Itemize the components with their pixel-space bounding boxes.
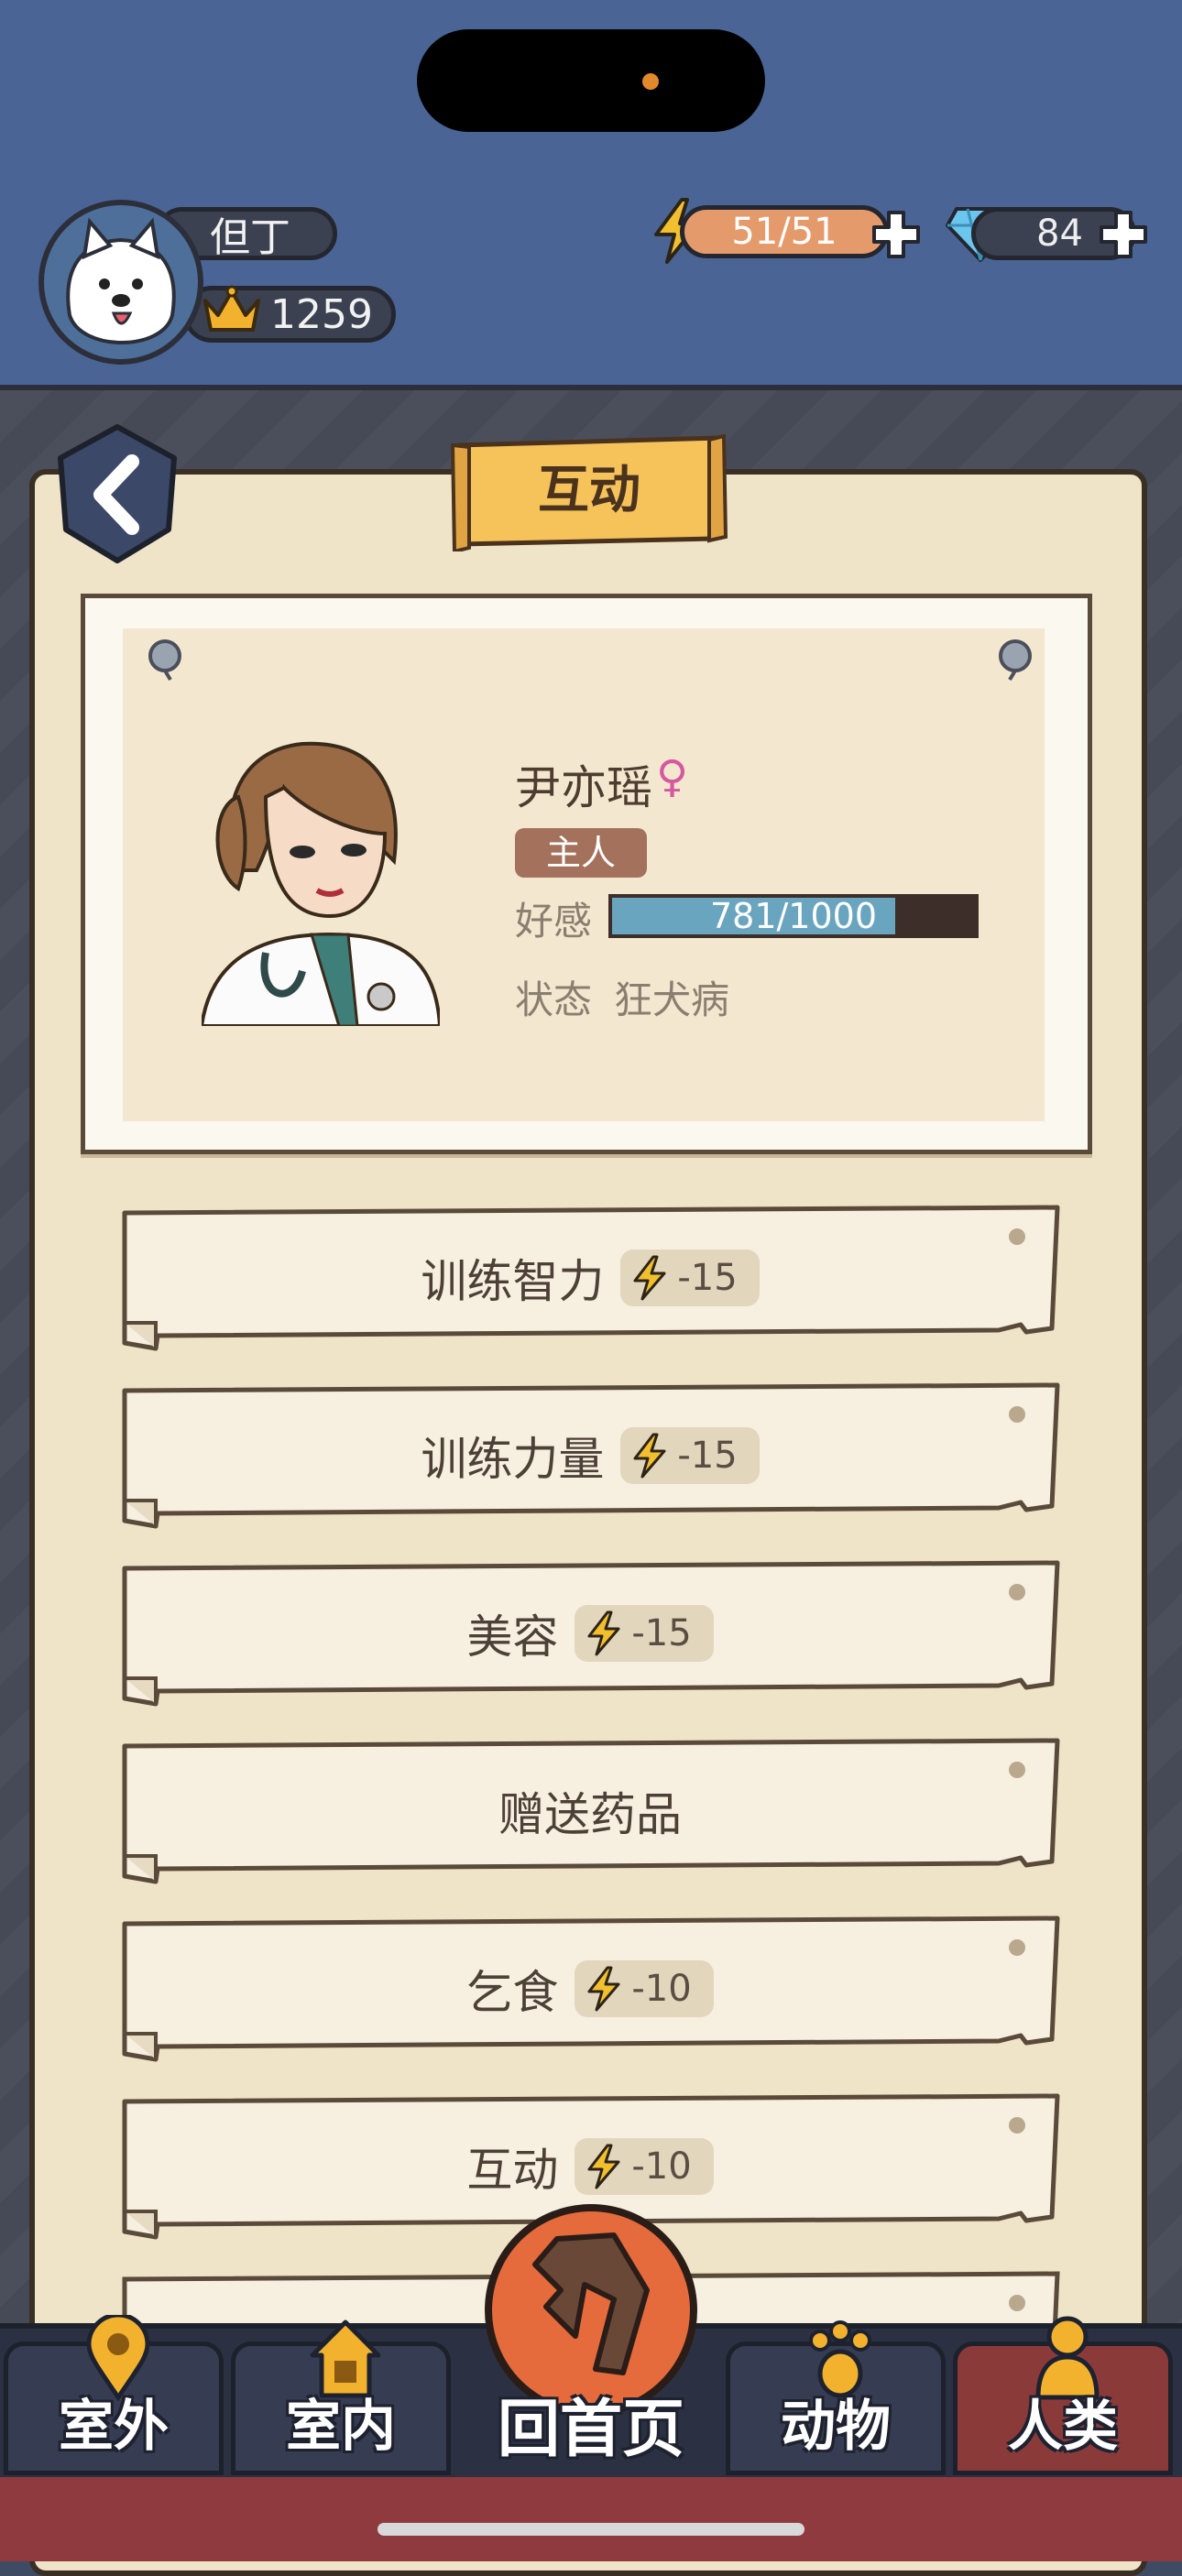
home-button-label: 回首页 — [497, 2394, 684, 2466]
page-title: 互动 — [538, 461, 640, 520]
samoyed-dog-icon — [66, 217, 176, 344]
pushpin-icon — [148, 639, 181, 682]
action-button[interactable]: 美容 -15 — [119, 1559, 1061, 1708]
energy-cost-value: -15 — [631, 1612, 692, 1654]
favor-label: 好感 — [515, 899, 593, 944]
status-label: 状态 — [515, 977, 593, 1022]
pushpin-icon — [999, 639, 1032, 682]
status-value: 狂犬病 — [614, 977, 730, 1022]
female-gender-icon: ♀ — [656, 751, 689, 802]
gem-value: 84 — [1036, 213, 1083, 255]
energy-value: 51/51 — [731, 211, 837, 253]
energy-cost-badge: -15 — [575, 1605, 714, 1662]
action-label: 互动 — [466, 2144, 559, 2197]
character-name: 尹亦瑶 — [515, 761, 652, 814]
energy-cost-badge: -15 — [620, 1250, 760, 1306]
energy-counter: 51/51 — [680, 205, 889, 258]
crown-icon — [203, 285, 260, 332]
add-energy-icon[interactable] — [869, 207, 924, 262]
energy-bolt-icon — [633, 1433, 666, 1479]
energy-cost-value: -15 — [677, 1435, 738, 1477]
energy-cost-badge: -10 — [575, 1960, 714, 2017]
role-badge: 主人 — [515, 828, 647, 878]
energy-bolt-icon — [633, 1255, 666, 1301]
crown-count: 1259 — [270, 290, 373, 338]
energy-cost-badge: -10 — [575, 2138, 714, 2195]
tab-animals[interactable]: 动物 — [726, 2320, 946, 2475]
tab-indoor-label: 室内 — [286, 2395, 396, 2459]
action-label: 训练力量 — [421, 1433, 605, 1486]
character-portrait — [202, 741, 440, 1026]
energy-cost-value: -10 — [631, 1968, 692, 2010]
back-button[interactable] — [53, 421, 181, 568]
tab-humans-label: 人类 — [1008, 2395, 1118, 2459]
player-name: 但丁 — [210, 214, 290, 261]
energy-bolt-icon — [587, 1966, 620, 2012]
action-button[interactable]: 乞食 -10 — [119, 1915, 1061, 2063]
bottom-strip — [0, 2477, 1182, 2561]
tab-animals-label: 动物 — [781, 2395, 891, 2459]
tab-humans[interactable]: 人类 — [953, 2316, 1173, 2475]
camera-indicator-dot — [642, 73, 659, 90]
action-button[interactable]: 训练力量 -15 — [119, 1381, 1061, 1530]
energy-cost-value: -10 — [631, 2145, 692, 2188]
action-label: 训练智力 — [421, 1255, 605, 1308]
tab-outdoor-label: 室外 — [59, 2395, 169, 2459]
energy-cost-value: -15 — [677, 1257, 738, 1299]
action-label: 赠送药品 — [498, 1788, 682, 1841]
tab-indoor[interactable]: 室内 — [231, 2319, 451, 2475]
player-avatar[interactable] — [38, 200, 203, 365]
energy-bolt-icon — [587, 2144, 620, 2189]
action-label: 乞食 — [466, 1966, 559, 2019]
add-gems-icon[interactable] — [1096, 207, 1151, 262]
dynamic-island — [417, 29, 765, 132]
favor-progress-text: 781/1000 — [709, 896, 878, 936]
action-button[interactable]: 训练智力 -15 — [119, 1204, 1061, 1352]
energy-cost-badge: -15 — [620, 1427, 760, 1484]
action-button[interactable]: 赠送药品 — [119, 1737, 1061, 1885]
energy-bolt-icon — [587, 1610, 620, 1656]
action-label: 美容 — [466, 1610, 559, 1664]
home-indicator[interactable] — [378, 2523, 804, 2536]
tab-outdoor[interactable]: 室外 — [4, 2315, 224, 2475]
